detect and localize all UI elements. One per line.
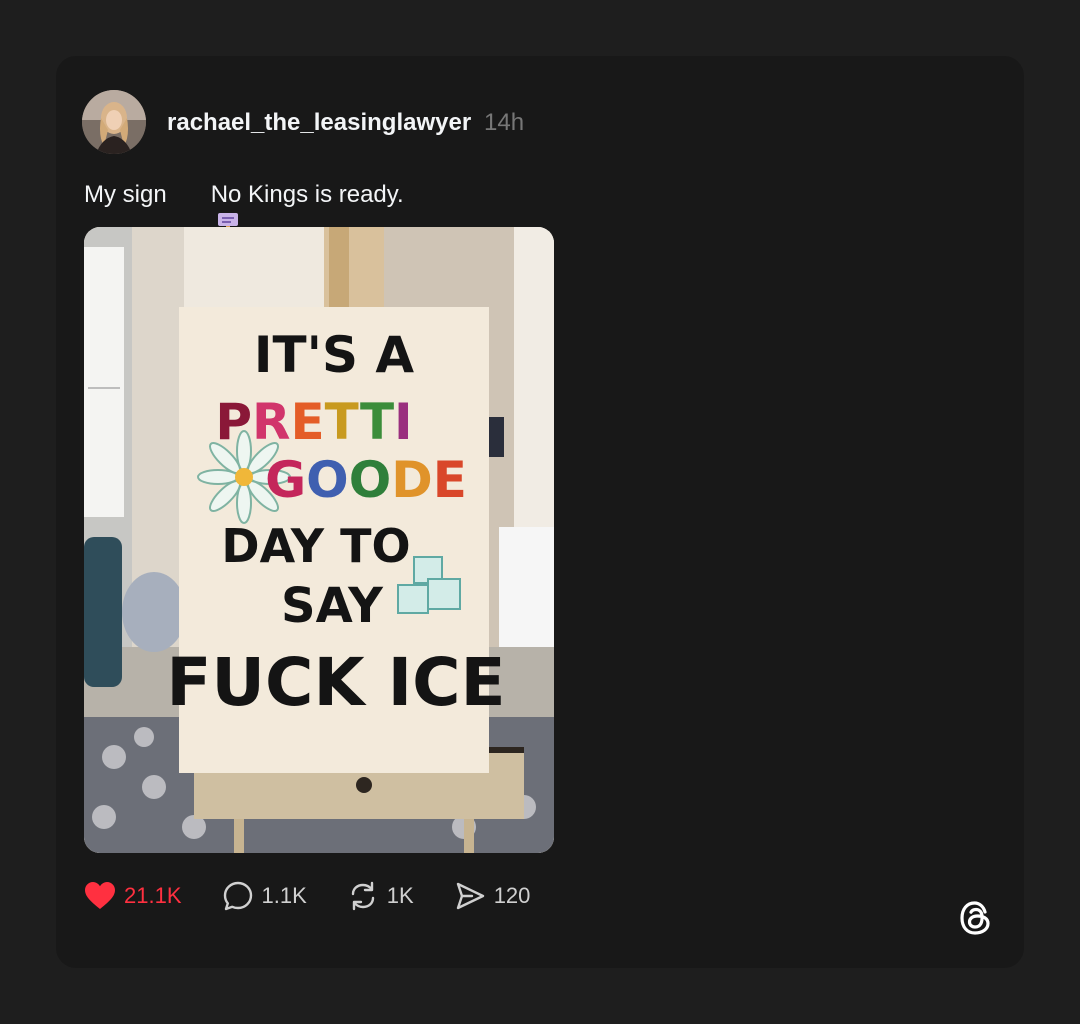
pretti-letter-4: T (360, 393, 394, 451)
repost-button[interactable]: 1K (347, 880, 414, 912)
pretti-letter-3: T (325, 393, 360, 451)
send-icon (456, 882, 484, 910)
username[interactable]: rachael_the_leasinglawyer (167, 109, 471, 137)
avatar-image (82, 90, 146, 154)
goode-letter-3: D (391, 451, 433, 509)
pretti-letter-0: P (215, 393, 252, 451)
sign-photo: IT'S A PRETTI GOODE DAY TO SAY FUCK ICE (84, 227, 554, 853)
pretti-letter-1: R (252, 393, 291, 451)
goode-letter-1: O (306, 451, 349, 509)
share-button[interactable]: 120 (454, 880, 531, 912)
post-card: rachael_the_leasinglawyer 14h My sign No… (56, 56, 1024, 968)
like-count: 21.1K (124, 883, 182, 908)
repost-icon (351, 881, 374, 911)
like-button[interactable]: 21.1K (84, 881, 182, 911)
goode-letter-0: G (265, 451, 306, 509)
avatar[interactable] (82, 90, 146, 154)
sign-line-6: FUCK ICE (166, 644, 505, 721)
post-text-end: No Kings is ready. (210, 181, 404, 208)
goode-letter-2: O (349, 451, 392, 509)
share-count: 120 (493, 883, 531, 908)
post-timestamp: 14h (484, 109, 525, 136)
sign-line-5: SAY (281, 578, 384, 634)
sign-line-3: GOODE (265, 451, 467, 509)
repost-count: 1K (386, 883, 414, 908)
pretti-letter-5: I (394, 393, 413, 451)
threads-logo-icon[interactable] (956, 898, 996, 938)
post-image[interactable]: IT'S A PRETTI GOODE DAY TO SAY FUCK ICE (84, 227, 554, 853)
comment-icon (223, 881, 252, 911)
sign-line-1: IT'S A (254, 326, 414, 384)
sign-line-2: PRETTI (215, 393, 412, 451)
post-actions: 21.1K 1.1K 1K 120 (84, 878, 530, 914)
placard-icon (177, 180, 238, 239)
sign-line-4: DAY TO (221, 519, 410, 573)
post-text-start: My sign (84, 181, 167, 208)
pretti-letter-2: E (291, 393, 325, 451)
goode-letter-4: E (433, 451, 467, 509)
comment-button[interactable]: 1.1K (222, 880, 307, 912)
heart-icon (85, 882, 115, 909)
post-text: My sign No Kings is ready. (84, 180, 404, 239)
comment-count: 1.1K (261, 883, 307, 908)
